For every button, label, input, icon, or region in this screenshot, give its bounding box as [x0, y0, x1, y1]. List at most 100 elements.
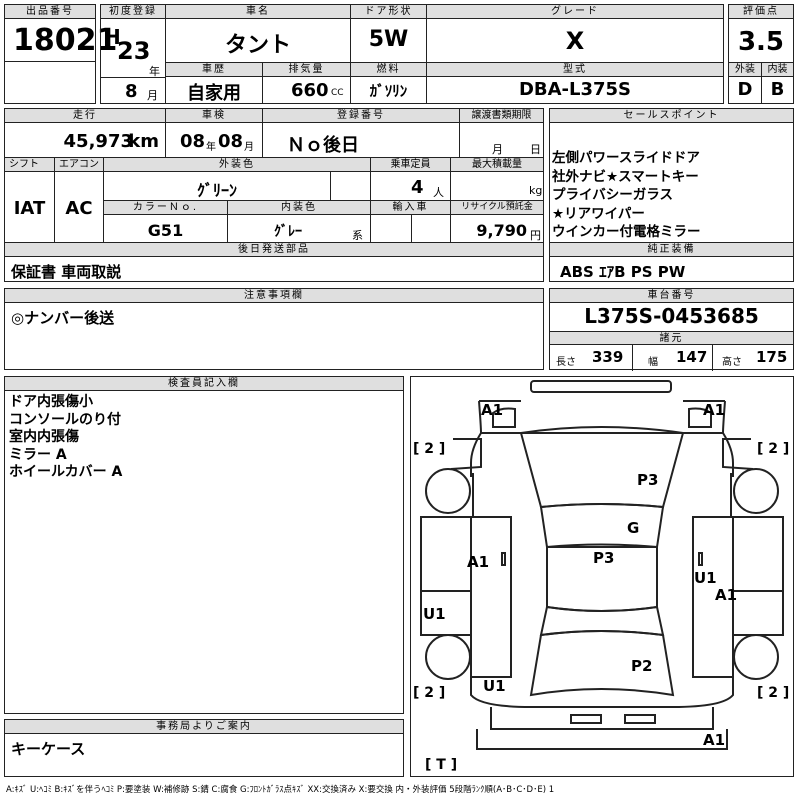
- width-label: 幅: [648, 357, 658, 368]
- import-label: 輸入車: [371, 201, 450, 215]
- plate-cell: 登録番号 Ｎｏ後日: [262, 108, 460, 158]
- import-cell: 輸入車: [370, 200, 451, 243]
- length-label: 長さ: [556, 357, 576, 368]
- color-no: G51: [147, 221, 184, 240]
- displacement: 660: [291, 80, 329, 101]
- car-name: タント: [224, 33, 291, 58]
- notes: ◎ナンバー後送: [11, 309, 115, 327]
- int-color-label: 内装色: [228, 201, 370, 215]
- shift: IAT: [13, 198, 46, 219]
- inspector-label: 検査員記入欄: [5, 377, 403, 391]
- damage-u1-right: U1: [694, 569, 717, 587]
- height-label: 高さ: [722, 357, 742, 368]
- int-color-cell: 内装色 ｸﾞﾚｰ 系: [227, 200, 371, 243]
- damage-a1-right: A1: [715, 586, 738, 604]
- inspector-comments: ドア内張傷小 コンソールのり付 室内内張傷 ミラー A ホイールカバー A: [9, 394, 123, 480]
- displacement-label: 排気量: [263, 63, 350, 77]
- damage-a1-rear: A1: [703, 731, 726, 749]
- recycle-fee: 9,790: [476, 221, 527, 240]
- reg-month-unit: 月: [147, 89, 158, 102]
- damage-glass: G: [627, 519, 640, 537]
- inspection-cell: 車検 08 年 08 月: [165, 108, 263, 158]
- car-name-label: 車名: [166, 5, 350, 19]
- shift-cell: シフト IAT: [4, 157, 55, 243]
- color-cell: 外装色 ｸﾞﾘｰﾝ: [103, 157, 371, 201]
- transfer-label: 譲渡書類期限: [460, 109, 543, 123]
- shift-label: シフト: [5, 158, 54, 172]
- lot-number-cell: 出品番号 18021: [4, 4, 117, 62]
- interior-color-unit: 系: [352, 229, 363, 242]
- legend: A:ｷｽﾞ U:ﾍｺﾐ B:ｷｽﾞを伴うﾍｺﾐ P:要塗装 W:補修跡 S:錆 …: [6, 785, 555, 795]
- lot-number-blank: [4, 61, 96, 104]
- chassis-cell: 車台番号 L375S-0453685 諸元 長さ 339 幅 147 高さ 17…: [549, 288, 794, 371]
- inspection-month-unit: 月: [244, 142, 254, 153]
- car-diagram: A1 A1 [ 2 ] [ 2 ] P3 G P3 A1 U1 A1 U1 P2…: [410, 376, 794, 777]
- damage-u1-left: U1: [423, 605, 446, 623]
- load-unit: kg: [529, 184, 543, 197]
- first-reg-label: 初度登録: [101, 5, 165, 19]
- history-cell: 車歴 自家用: [165, 62, 263, 104]
- displacement-cell: 排気量 660 CC: [262, 62, 351, 104]
- damage-roof: P3: [593, 549, 615, 567]
- grade-cell: グレード X: [426, 4, 724, 63]
- sales-points-cell: セールスポイント 左側パワースライドドア 社外ナビ★スマートキー プライバシーガ…: [549, 108, 794, 243]
- capacity: 4: [411, 177, 424, 198]
- damage-door-left: A1: [467, 553, 490, 571]
- exterior-cell: 外装 D: [728, 62, 762, 104]
- tire-rear-right: [ 2 ]: [757, 685, 790, 701]
- inspection-year: 08: [180, 131, 206, 152]
- inspection-month: 08: [218, 131, 244, 152]
- car-name-cell: 車名 タント: [165, 4, 351, 63]
- recycle-cell: リサイクル預託金 9,790 円: [450, 200, 544, 243]
- inspector-cell: 検査員記入欄 ドア内張傷小 コンソールのり付 室内内張傷 ミラー A ホイールカ…: [4, 376, 404, 714]
- fuel-label: 燃料: [351, 63, 426, 77]
- mileage-unit: km: [128, 131, 159, 152]
- notes-label: 注意事項欄: [5, 289, 543, 303]
- capacity-unit: 人: [433, 186, 444, 199]
- model-cell: 型式 DBA-L375S: [426, 62, 724, 104]
- later-parts-cell: 後日発送部品 保証書 車両取説: [4, 242, 544, 282]
- damage-trunk: P2: [631, 657, 653, 675]
- load-cell: 最大積載量 kg: [450, 157, 544, 201]
- tire-front-right: [ 2 ]: [757, 441, 790, 457]
- inspection-label: 車検: [166, 109, 262, 123]
- ac-label: エアコン: [55, 158, 103, 172]
- chassis-label: 車台番号: [550, 289, 793, 303]
- damage-u1-rear: U1: [483, 677, 506, 695]
- mileage-cell: 走行 45,973 km: [4, 108, 166, 158]
- door-cell: ドア形状 5W: [350, 4, 427, 63]
- mileage-label: 走行: [5, 109, 165, 123]
- model: DBA-L375S: [518, 79, 632, 100]
- aircon: AC: [65, 198, 93, 219]
- interior-label: 内装: [762, 63, 793, 77]
- transfer-cell: 譲渡書類期限 月 日: [459, 108, 544, 158]
- standard-equip-cell: 純正装備 ABS ｴｱB PS PW: [549, 242, 794, 282]
- recycle-label: リサイクル預託金: [451, 201, 543, 215]
- notes-cell: 注意事項欄 ◎ナンバー後送: [4, 288, 544, 370]
- plate-label: 登録番号: [263, 109, 459, 123]
- interior-grade: B: [770, 79, 785, 100]
- sales-points-label: セールスポイント: [550, 109, 793, 123]
- fuel-cell: 燃料 ｶﾞｿﾘﾝ: [350, 62, 427, 104]
- spare-tire: [ T ]: [425, 757, 458, 773]
- office-label: 事務局よりご案内: [5, 720, 403, 734]
- car-outline: [420, 380, 784, 750]
- length: 339: [592, 348, 624, 366]
- exterior-color: ｸﾞﾘｰﾝ: [196, 181, 237, 200]
- score: 3.5: [737, 27, 785, 57]
- transfer-day-unit: 日: [530, 143, 541, 156]
- plate-number: Ｎｏ後日: [287, 135, 359, 156]
- model-label: 型式: [427, 63, 723, 77]
- score-label: 評価点: [729, 5, 793, 19]
- door-label: ドア形状: [351, 5, 426, 19]
- interior-color: ｸﾞﾚｰ: [274, 224, 302, 240]
- color-no-cell: カラーＮｏ. G51: [103, 200, 228, 243]
- damage-hood: P3: [637, 471, 659, 489]
- damage-a1-front-right: A1: [703, 401, 726, 419]
- fuel: ｶﾞｿﾘﾝ: [369, 82, 408, 100]
- ac-cell: エアコン AC: [54, 157, 104, 243]
- capacity-cell: 乗車定員 4 人: [370, 157, 451, 201]
- damage-a1-front-left: A1: [481, 401, 504, 419]
- history-label: 車歴: [166, 63, 262, 77]
- score-cell: 評価点 3.5: [728, 4, 794, 63]
